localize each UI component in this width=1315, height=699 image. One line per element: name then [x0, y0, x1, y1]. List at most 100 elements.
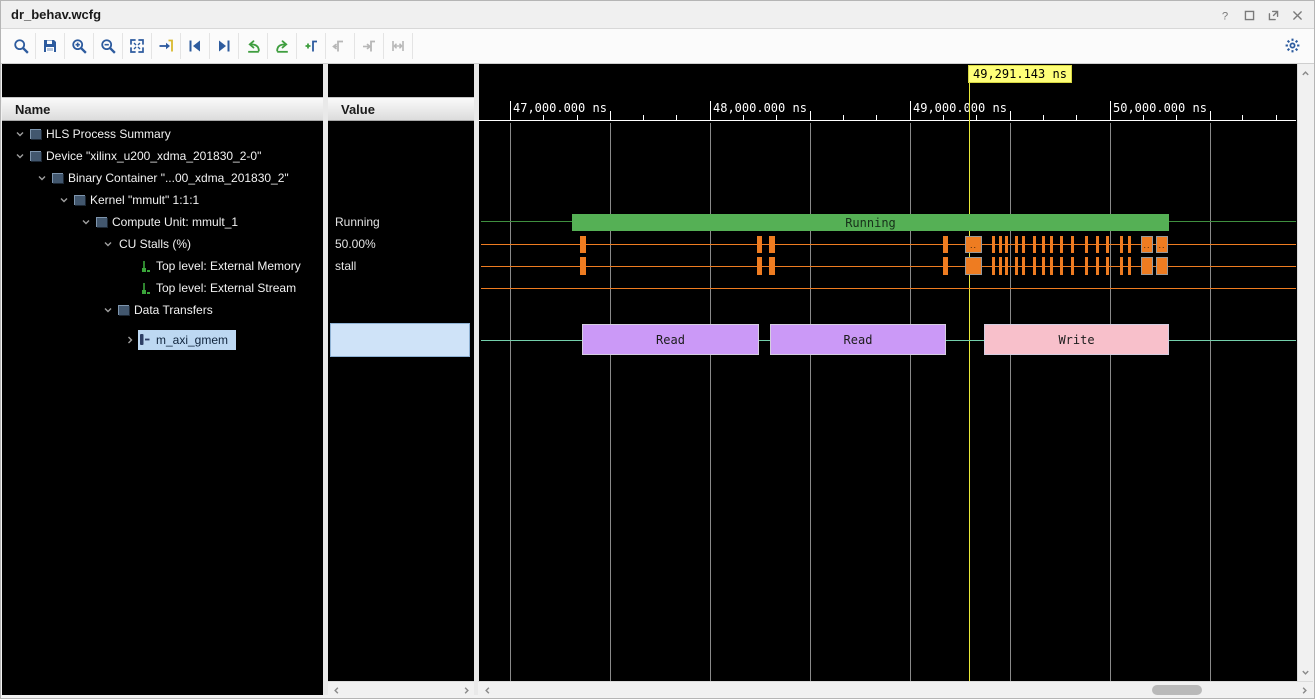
tree-item[interactable]: Device "xilinx_u200_xdma_201830_2-0" — [2, 145, 333, 167]
hscroll-thumb[interactable] — [1152, 685, 1202, 695]
name-header-label: Name — [15, 102, 50, 117]
time-tick-label: 48,000.000 ns — [713, 101, 807, 115]
toolbar-buttons — [7, 32, 413, 60]
next-marker-button — [355, 33, 384, 59]
next-transition-button[interactable] — [210, 33, 239, 59]
value-text: stall — [335, 259, 356, 273]
value-column-header[interactable]: Value — [328, 97, 474, 121]
chevron-down-icon[interactable] — [34, 171, 50, 185]
minor-tick — [1143, 115, 1144, 120]
tree-item[interactable]: Kernel "mmult" 1:1:1 — [2, 189, 377, 211]
wave-hscrollbar[interactable] — [478, 681, 1313, 697]
tree-item-label: HLS Process Summary — [46, 127, 171, 141]
zoom-fit-icon — [129, 38, 145, 54]
stall-pulse — [1128, 257, 1131, 275]
mid-tick — [1010, 111, 1011, 120]
stall-pulse — [999, 257, 1002, 275]
signal-line — [1169, 221, 1296, 222]
scroll-left-icon[interactable] — [480, 683, 494, 697]
next-transition-icon — [216, 38, 232, 54]
minor-tick — [1043, 115, 1044, 120]
major-tick — [1110, 101, 1111, 120]
stall-pulse — [1015, 257, 1018, 275]
swap-markers-button — [384, 33, 413, 59]
stall-pulse — [1050, 236, 1053, 253]
marker-range-icon — [390, 38, 406, 54]
float-icon[interactable] — [1264, 6, 1282, 24]
scroll-down-icon[interactable] — [1298, 665, 1312, 679]
tree-item[interactable]: HLS Process Summary — [2, 123, 333, 145]
zoom-in-icon — [71, 38, 88, 55]
help-icon[interactable]: ? — [1216, 6, 1234, 24]
undo-button[interactable] — [239, 33, 268, 59]
mid-tick — [1210, 111, 1211, 120]
search-button[interactable] — [7, 33, 36, 59]
chevron-down-icon[interactable] — [56, 193, 72, 207]
transaction-label: Read — [656, 333, 685, 347]
zoom-in-button[interactable] — [65, 33, 94, 59]
svg-text:?: ? — [1222, 10, 1228, 22]
save-icon — [42, 38, 58, 54]
transaction-icon — [138, 333, 153, 347]
add-marker-button[interactable] — [297, 33, 326, 59]
time-tick-label: 49,000.000 ns — [913, 101, 1007, 115]
close-icon[interactable] — [1288, 6, 1306, 24]
maximize-icon[interactable] — [1240, 6, 1258, 24]
minor-tick — [543, 115, 544, 120]
zoom-out-button[interactable] — [94, 33, 123, 59]
waveform-canvas[interactable]: 47,000.000 ns48,000.000 ns49,000.000 ns5… — [479, 64, 1296, 695]
name-column-header[interactable]: Name — [2, 97, 323, 121]
chevron-spacer — [122, 281, 138, 295]
mid-tick — [610, 111, 611, 120]
stall-pulse — [769, 236, 775, 253]
stall-pulse — [757, 257, 762, 275]
gridline — [610, 123, 611, 681]
scroll-right-icon[interactable] — [1297, 683, 1311, 697]
selected-value-box[interactable] — [330, 323, 470, 357]
tree-item-label: Top level: External Stream — [156, 281, 296, 295]
chevron-down-icon[interactable] — [100, 303, 116, 317]
scroll-left-icon[interactable] — [329, 683, 343, 697]
block-icon — [116, 303, 131, 317]
chevron-down-icon[interactable] — [12, 127, 28, 141]
scroll-up-icon[interactable] — [1298, 66, 1312, 80]
zoom-fit-button[interactable] — [123, 33, 152, 59]
minor-tick — [676, 115, 677, 120]
value-panel-hscrollbar[interactable] — [328, 681, 474, 697]
ruler-baseline — [479, 120, 1296, 121]
chevron-down-icon[interactable] — [100, 237, 116, 251]
name-panel: Name HLS Process SummaryDevice "xilinx_u… — [2, 64, 323, 695]
minor-tick — [876, 115, 877, 120]
wave-vscrollbar[interactable] — [1297, 64, 1313, 681]
block-icon — [50, 171, 65, 185]
major-tick — [510, 101, 511, 120]
transaction-label: Write — [1058, 333, 1094, 347]
settings-gear-icon[interactable] — [1280, 33, 1304, 57]
gridline — [910, 123, 911, 681]
window-controls: ? — [1216, 6, 1306, 24]
redo-button[interactable] — [268, 33, 297, 59]
stall-pulse — [1015, 236, 1018, 253]
minor-tick — [776, 115, 777, 120]
transaction-label: Read — [844, 333, 873, 347]
stall-pulse — [1042, 257, 1045, 275]
block-glyph — [30, 129, 41, 139]
go-to-time-button[interactable] — [152, 33, 181, 59]
previous-transition-button[interactable] — [181, 33, 210, 59]
stall-pulse — [1042, 236, 1045, 253]
chevron-down-icon[interactable] — [78, 215, 94, 229]
chevron-down-icon[interactable] — [12, 149, 28, 163]
tree-item[interactable]: Binary Container "...00_xdma_201830_2" — [2, 167, 355, 189]
add-marker-icon — [303, 38, 319, 54]
gridline — [1110, 123, 1111, 681]
scroll-right-icon[interactable] — [459, 683, 473, 697]
goto-time-icon — [158, 38, 174, 54]
minor-tick — [577, 115, 578, 120]
cursor-time-label[interactable]: 49,291.143 ns — [968, 65, 1072, 83]
stall-pulse — [1106, 236, 1109, 253]
value-text: 50.00% — [335, 237, 376, 251]
chevron-right-icon[interactable] — [122, 333, 138, 347]
save-button[interactable] — [36, 33, 65, 59]
previous-marker-button — [326, 33, 355, 59]
stall-pulse: .. — [1141, 236, 1153, 253]
